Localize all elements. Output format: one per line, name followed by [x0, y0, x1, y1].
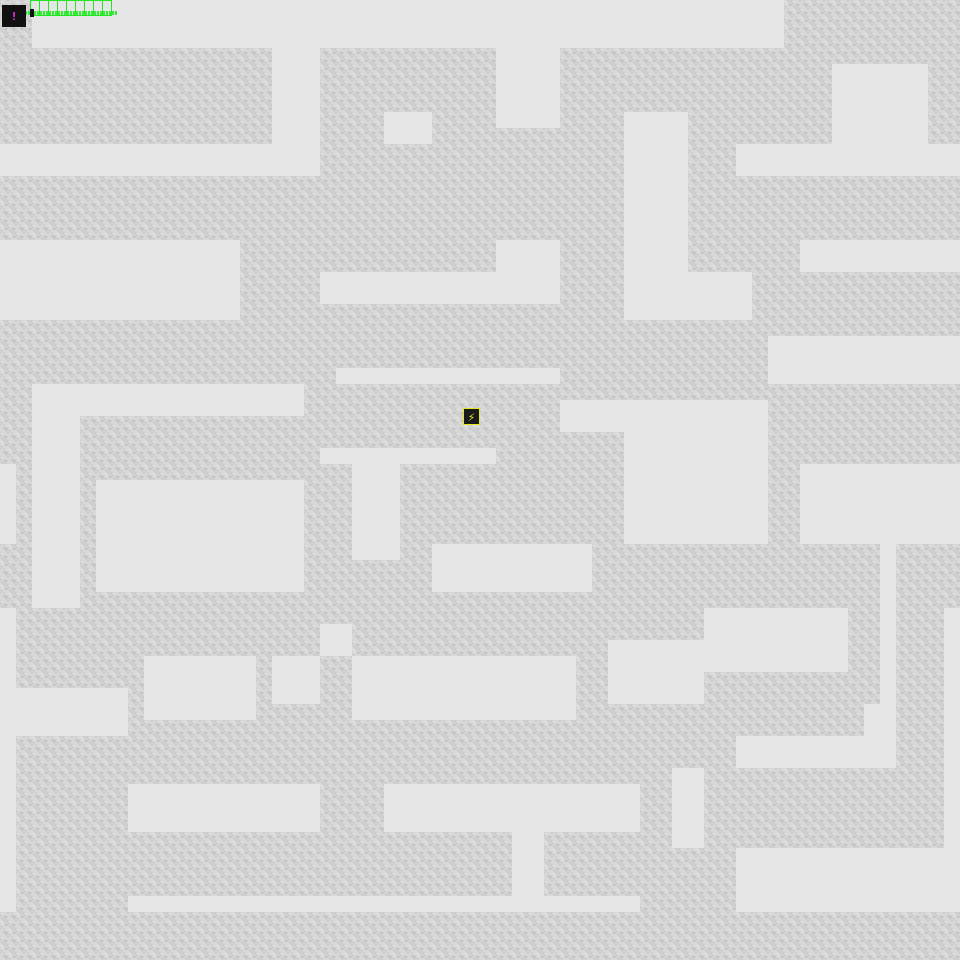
floor-region — [736, 848, 960, 912]
player-character[interactable]: ⚡ — [463, 408, 480, 425]
floor-region — [496, 48, 560, 128]
inventory-slot[interactable] — [75, 0, 84, 16]
floor-region — [560, 400, 768, 432]
inventory-slot[interactable] — [102, 0, 112, 16]
floor-region — [0, 464, 16, 544]
character-portrait: ! — [2, 5, 26, 27]
floor-region — [0, 608, 16, 688]
floor-region — [32, 416, 80, 608]
floor-region — [128, 784, 320, 832]
floor-region — [800, 464, 960, 544]
floor-region — [736, 736, 864, 768]
floor-region — [32, 0, 784, 48]
floor-region — [832, 64, 928, 144]
floor-region — [96, 480, 304, 592]
inventory-slots — [30, 0, 112, 16]
floor-region — [768, 336, 960, 384]
floor-region — [320, 272, 560, 304]
floor-region — [624, 112, 688, 320]
floor-region — [384, 112, 432, 144]
floor-region — [0, 688, 128, 736]
floor-region — [608, 640, 704, 704]
inventory-slot[interactable] — [93, 0, 102, 16]
floor-region — [320, 448, 496, 464]
floor-region — [672, 768, 704, 848]
player-character-icon: ⚡ — [467, 409, 476, 424]
floor-region — [512, 832, 544, 896]
dungeon-map — [0, 0, 960, 960]
floor-region — [128, 896, 640, 912]
inventory-slot[interactable] — [48, 0, 57, 16]
floor-region — [944, 608, 960, 848]
floor-region — [0, 240, 240, 320]
floor-region — [352, 656, 576, 720]
floor-region — [864, 704, 896, 768]
floor-region — [704, 608, 848, 672]
floor-region — [144, 656, 256, 720]
inventory-slot[interactable] — [39, 0, 48, 16]
inventory-slot[interactable] — [66, 0, 75, 16]
floor-region — [624, 432, 768, 544]
floor-region — [432, 544, 592, 592]
floor-region — [272, 48, 320, 144]
floor-region — [0, 736, 16, 912]
floor-region — [384, 784, 640, 832]
floor-region — [32, 384, 304, 416]
floor-region — [880, 544, 896, 704]
floor-region — [272, 656, 320, 704]
floor-region — [688, 272, 752, 320]
floor-region — [352, 464, 400, 560]
inventory-slot[interactable] — [57, 0, 66, 16]
inventory-slot[interactable] — [84, 0, 93, 16]
portrait-icon: ! — [10, 9, 18, 23]
floor-region — [736, 144, 960, 176]
floor-region — [496, 240, 560, 272]
floor-region — [336, 368, 560, 384]
floor-region — [320, 624, 352, 656]
hud-marker — [30, 9, 34, 17]
floor-region — [800, 240, 960, 272]
floor-region — [0, 144, 320, 176]
